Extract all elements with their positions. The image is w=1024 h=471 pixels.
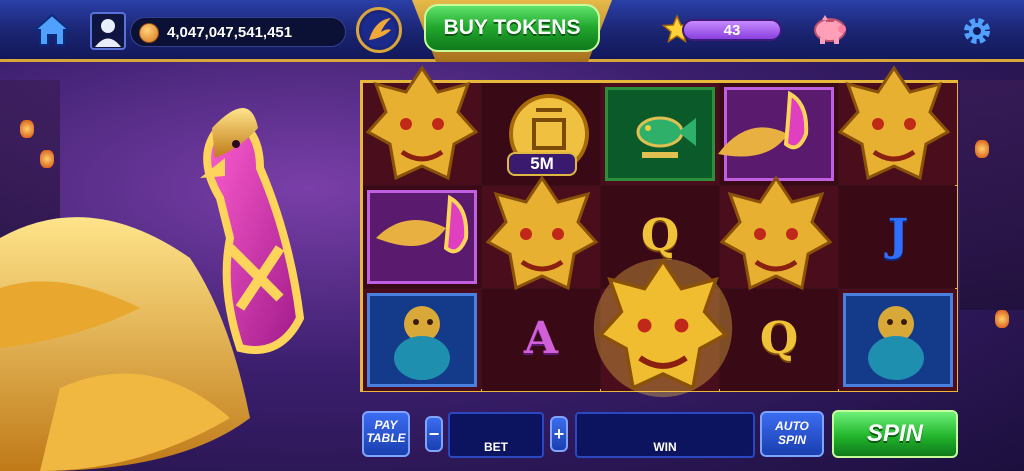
paytable-label-2: TABLE (366, 431, 406, 445)
win-label: WIN (653, 440, 677, 454)
avatar-icon (95, 19, 121, 47)
dragon-icon (837, 65, 951, 181)
reel-cell: J (839, 186, 957, 288)
dragon-icon (365, 65, 479, 181)
lion-icon (394, 306, 450, 380)
autospin-button[interactable]: AUTO SPIN (760, 411, 824, 457)
paytable-button[interactable]: PAY TABLE (362, 411, 410, 457)
piggy-bank-icon[interactable] (810, 12, 850, 46)
top-bar: 4,047,047,541,451 BUY TOKENS 43 (0, 0, 1024, 62)
phoenix-badge-icon[interactable] (356, 7, 402, 53)
home-icon[interactable] (32, 12, 72, 48)
coin-balance-value: 4,047,047,541,451 (167, 24, 293, 41)
lion-icon (868, 306, 924, 380)
autospin-label-1: AUTO (775, 419, 809, 433)
dragon-icon (485, 175, 599, 291)
a-symbol: A (523, 313, 559, 364)
coin-balance: 4,047,047,541,451 (130, 17, 346, 47)
coin-icon (139, 23, 159, 43)
pagoda-right (960, 80, 1024, 310)
phoenix-symbol-icon (376, 194, 469, 254)
j-symbol: J (887, 210, 909, 261)
avatar[interactable] (90, 12, 126, 50)
bet-decrease-button[interactable]: − (425, 416, 443, 452)
dragon-wild-icon (593, 257, 733, 398)
phoenix-symbol-icon (718, 90, 809, 157)
lantern-icon (995, 310, 1009, 328)
reel-cell: A (482, 289, 600, 391)
win-field: WIN (575, 412, 755, 458)
bet-label: BET (484, 440, 508, 454)
level-value: 43 (723, 22, 741, 39)
spin-button[interactable]: SPIN (832, 410, 958, 458)
buy-tokens-button[interactable]: BUY TOKENS (424, 4, 600, 52)
bet-field: BET (448, 412, 544, 458)
level-bar: 43 (682, 19, 782, 41)
fish-icon (636, 116, 696, 158)
bet-increase-button[interactable]: + (550, 416, 568, 452)
phoenix-mascot (0, 108, 305, 471)
autospin-label-2: SPIN (777, 433, 806, 447)
lantern-icon (975, 140, 989, 158)
gear-icon[interactable] (960, 14, 994, 48)
